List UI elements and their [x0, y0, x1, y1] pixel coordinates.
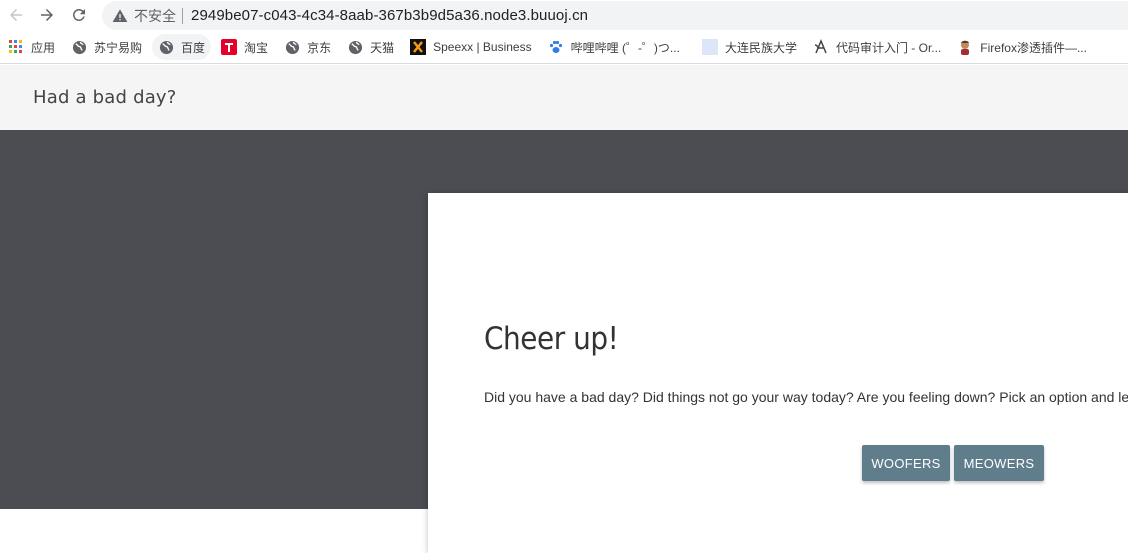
- browser-toolbar: 不安全 2949be07-c043-4c34-8aab-367b3b9d5a36…: [0, 0, 1128, 31]
- bookmark-label: 大连民族大学: [724, 40, 797, 55]
- url-text[interactable]: 2949be07-c043-4c34-8aab-367b3b9d5a36.nod…: [191, 7, 588, 24]
- apps-grid-icon: [8, 39, 24, 55]
- site-header: Had a bad day?: [0, 65, 1128, 130]
- reload-button[interactable]: [69, 5, 89, 25]
- bookmark-label: 代码审计入门 - Or...: [835, 40, 942, 55]
- bookmark-label: 哔哩哔哩 (゜-゜)つ...: [570, 40, 680, 55]
- card-description: Did you have a bad day? Did things not g…: [484, 389, 1128, 405]
- forward-arrow-icon: [41, 9, 53, 21]
- bookmark-label: 苏宁易购: [94, 40, 143, 55]
- taobao-icon: [221, 39, 238, 55]
- bookmark-code-audit[interactable]: 代码审计入门 - Or...: [807, 34, 947, 60]
- bookmarks-bar: 应用 苏宁易购 百度 淘宝 京东 天猫 Speexx | Business 哔哩…: [0, 31, 1128, 64]
- card-title: Cheer up!: [484, 321, 619, 357]
- warning-icon: [112, 8, 128, 22]
- back-arrow-icon: [10, 9, 22, 21]
- paw-icon: [548, 39, 564, 55]
- address-bar[interactable]: 不安全 2949be07-c043-4c34-8aab-367b3b9d5a36…: [102, 1, 1128, 30]
- globe-icon: [158, 39, 174, 55]
- meowers-button[interactable]: MEOWERS: [954, 445, 1044, 481]
- wing-icon: [813, 39, 829, 55]
- forward-button[interactable]: [37, 5, 57, 25]
- bookmark-dlnu[interactable]: 大连民族大学: [696, 34, 803, 60]
- site-brand[interactable]: Had a bad day?: [33, 87, 177, 108]
- bookmark-label: 京东: [307, 40, 332, 55]
- bookmark-apps[interactable]: 应用: [2, 34, 61, 60]
- bookmark-taobao[interactable]: 淘宝: [215, 34, 274, 60]
- woofers-button[interactable]: WOOFERS: [862, 445, 950, 481]
- bookmark-firefox-plugins[interactable]: Firefox渗透插件—...: [951, 34, 1093, 60]
- address-separator: [182, 7, 183, 24]
- globe-icon: [284, 39, 300, 55]
- bookmark-tmall[interactable]: 天猫: [341, 34, 400, 60]
- bookmark-suning[interactable]: 苏宁易购: [65, 34, 148, 60]
- bookmark-label: Speexx | Business: [433, 40, 532, 54]
- reload-icon: [72, 8, 85, 21]
- bookmark-label: 百度: [181, 40, 206, 55]
- bookmark-baidu[interactable]: 百度: [152, 34, 212, 60]
- bookmark-label: Firefox渗透插件—...: [980, 40, 1087, 55]
- bookmark-jd[interactable]: 京东: [278, 34, 337, 60]
- bookmark-label: 应用: [31, 40, 56, 55]
- globe-icon: [71, 39, 87, 55]
- speexx-icon: [410, 39, 427, 55]
- blank-page-icon: [701, 39, 718, 55]
- bookmark-label: 淘宝: [244, 40, 269, 55]
- bookmark-speexx[interactable]: Speexx | Business: [404, 34, 538, 60]
- security-label[interactable]: 不安全: [134, 6, 176, 26]
- bookmark-label: 天猫: [370, 40, 395, 55]
- avatar-icon: [957, 39, 973, 55]
- globe-icon: [347, 39, 363, 55]
- back-button[interactable]: [6, 5, 26, 25]
- cheer-up-card: Cheer up! Did you have a bad day? Did th…: [428, 193, 1128, 553]
- bookmark-bilibili[interactable]: 哔哩哔哩 (゜-゜)つ...: [542, 34, 686, 60]
